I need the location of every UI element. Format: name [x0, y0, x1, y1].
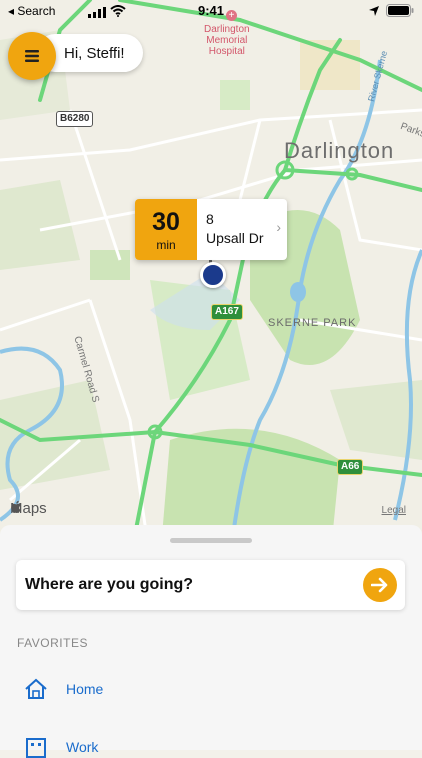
favorite-home-label: Home — [66, 681, 104, 697]
menu-button[interactable] — [8, 32, 56, 80]
sheet-grabber[interactable] — [170, 538, 252, 543]
hospital-label: Darlington Memorial Hospital — [204, 24, 250, 57]
favorites-title: FAVORITES — [17, 636, 88, 650]
battery-icon — [386, 4, 414, 17]
eta-street: Upsall Dr — [206, 230, 264, 246]
status-bar: ◂ Search 9:41 — [0, 0, 422, 22]
favorite-home[interactable]: Home — [24, 678, 103, 700]
legal-link[interactable]: Legal — [382, 505, 406, 516]
arrow-right-icon — [371, 577, 388, 593]
status-time: 9:41 — [197, 3, 225, 18]
go-button[interactable] — [363, 568, 397, 602]
chevron-right-icon: › — [276, 219, 281, 235]
home-icon — [25, 678, 47, 699]
bottom-sheet: Where are you going? FAVORITES Home Work — [0, 525, 422, 758]
maps-attribution: Maps — [10, 500, 47, 517]
destination-prompt: Where are you going? — [25, 576, 194, 593]
favorite-work-label: Work — [66, 739, 99, 755]
hamburger-icon — [25, 50, 39, 62]
destination-search-field[interactable]: Where are you going? — [16, 560, 405, 610]
status-indicators — [368, 4, 414, 17]
work-icon — [26, 738, 46, 758]
eta-callout[interactable]: 30 min 8 Upsall Dr › — [135, 199, 287, 260]
eta-address: 8 Upsall Dr — [197, 199, 264, 260]
road-tag-a66: A66 — [337, 459, 364, 475]
greeting-text: Hi, Steffi! — [64, 44, 125, 62]
road-tag-b6280: B6280 — [56, 111, 94, 127]
wifi-icon — [110, 4, 126, 22]
eta-unit: min — [156, 238, 176, 252]
park-label: SKERNE PARK — [268, 317, 357, 329]
eta-minutes: 30 — [152, 208, 180, 236]
road-tag-a167: A167 — [211, 304, 243, 320]
signal-icon — [88, 5, 106, 23]
favorite-work[interactable]: Work — [24, 736, 98, 758]
current-location-pin — [200, 262, 226, 288]
apple-logo-icon — [11, 500, 21, 513]
location-arrow-icon — [369, 5, 379, 16]
eta-minutes-box: 30 min — [135, 199, 197, 260]
city-label: Darlington — [284, 138, 395, 163]
eta-house-number: 8 — [206, 211, 214, 227]
